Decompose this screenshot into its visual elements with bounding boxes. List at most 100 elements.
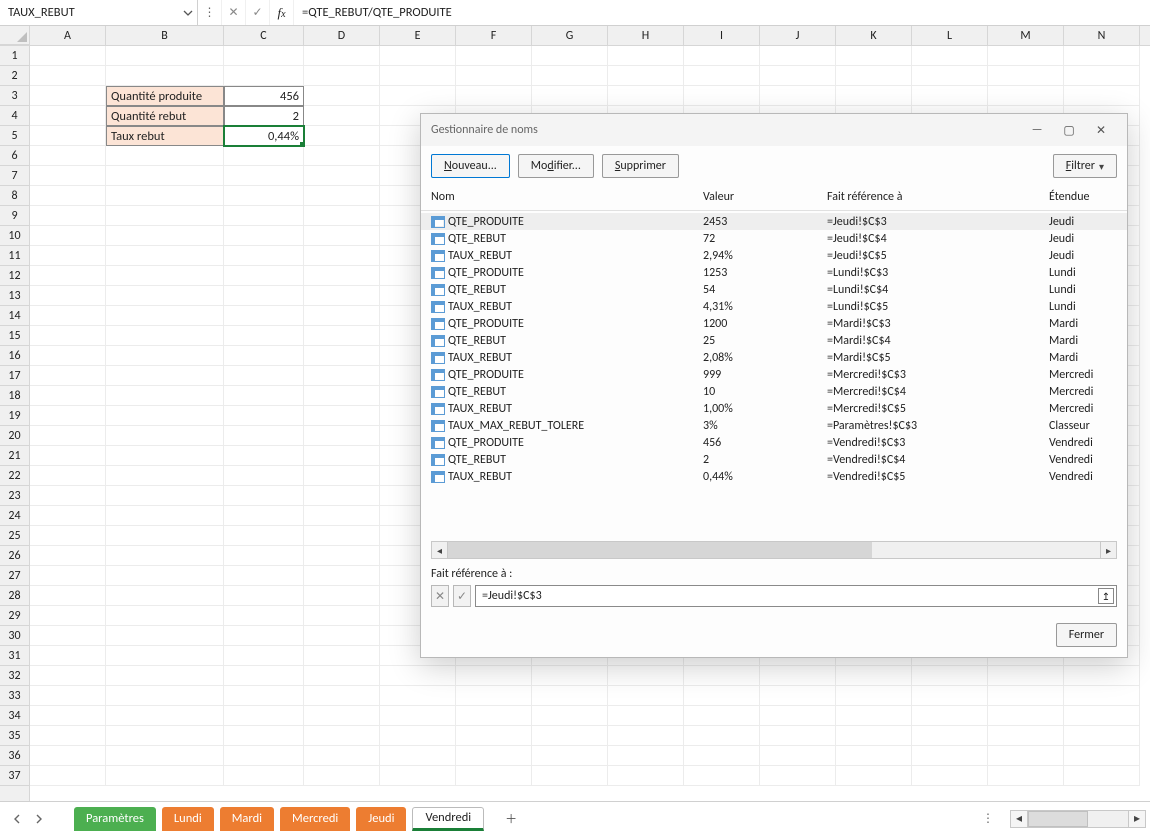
cell[interactable] [988, 46, 1064, 66]
cell[interactable] [304, 366, 380, 386]
cell[interactable] [224, 306, 304, 326]
row-header[interactable]: 5 [0, 126, 29, 146]
cell[interactable] [456, 746, 532, 766]
row-header[interactable]: 13 [0, 286, 29, 306]
cell[interactable] [224, 346, 304, 366]
cell[interactable] [684, 666, 760, 686]
cell[interactable] [224, 706, 304, 726]
cell[interactable] [224, 406, 304, 426]
name-row[interactable]: QTE_PRODUITE456=Vendredi!$C$3Vendredi [421, 434, 1127, 451]
name-row[interactable]: QTE_REBUT10=Mercredi!$C$4Mercredi [421, 383, 1127, 400]
cell[interactable] [106, 286, 224, 306]
column-header[interactable]: N [1064, 26, 1140, 45]
cell[interactable] [1064, 726, 1140, 746]
row-header[interactable]: 19 [0, 406, 29, 426]
cell[interactable] [684, 766, 760, 786]
cell[interactable] [912, 46, 988, 66]
row-header[interactable]: 11 [0, 246, 29, 266]
ref-cancel-icon[interactable]: ✕ [431, 585, 449, 607]
cell[interactable] [30, 326, 106, 346]
cell[interactable] [988, 706, 1064, 726]
cell[interactable] [760, 46, 836, 66]
row-header[interactable]: 9 [0, 206, 29, 226]
cell[interactable]: 2 [224, 106, 304, 126]
cell[interactable] [988, 666, 1064, 686]
cell[interactable] [304, 286, 380, 306]
row-header[interactable]: 6 [0, 146, 29, 166]
sheet-tab[interactable]: Paramètres [74, 807, 156, 831]
cell[interactable] [30, 666, 106, 686]
cell[interactable] [988, 86, 1064, 106]
row-header[interactable]: 29 [0, 606, 29, 626]
row-header[interactable]: 27 [0, 566, 29, 586]
scroll-left-icon[interactable]: ◂ [431, 541, 448, 559]
row-header[interactable]: 30 [0, 626, 29, 646]
sheet-tab[interactable]: Mercredi [280, 807, 350, 831]
cell[interactable] [1064, 46, 1140, 66]
cell[interactable] [304, 386, 380, 406]
name-row[interactable]: QTE_PRODUITE1200=Mardi!$C$3Mardi [421, 315, 1127, 332]
cell[interactable] [106, 426, 224, 446]
cell[interactable] [224, 526, 304, 546]
cell[interactable] [224, 446, 304, 466]
cell[interactable] [760, 706, 836, 726]
row-header[interactable]: 12 [0, 266, 29, 286]
cell[interactable] [30, 246, 106, 266]
cell[interactable] [304, 246, 380, 266]
cell[interactable] [304, 86, 380, 106]
scroll-thumb[interactable] [1028, 811, 1088, 827]
name-row[interactable]: TAUX_REBUT1,00%=Mercredi!$C$5Mercredi [421, 400, 1127, 417]
cell[interactable] [30, 466, 106, 486]
row-header[interactable]: 26 [0, 546, 29, 566]
name-row[interactable]: TAUX_MAX_REBUT_TOLERE3%=Paramètres!$C$3C… [421, 417, 1127, 434]
cell[interactable] [912, 686, 988, 706]
cell[interactable] [304, 726, 380, 746]
cell[interactable] [106, 306, 224, 326]
cell[interactable] [224, 166, 304, 186]
cell[interactable] [304, 406, 380, 426]
cell[interactable] [224, 46, 304, 66]
row-header[interactable]: 2 [0, 66, 29, 86]
row-header[interactable]: 35 [0, 726, 29, 746]
cell[interactable] [836, 686, 912, 706]
row-header[interactable]: 21 [0, 446, 29, 466]
cell[interactable] [304, 586, 380, 606]
edit-button[interactable]: Modifier... [518, 154, 594, 178]
cell[interactable] [1064, 86, 1140, 106]
cell[interactable] [224, 186, 304, 206]
cell[interactable] [760, 686, 836, 706]
cell[interactable] [304, 606, 380, 626]
cell[interactable] [106, 186, 224, 206]
column-header[interactable]: G [532, 26, 608, 45]
cell[interactable] [304, 526, 380, 546]
cell[interactable] [760, 86, 836, 106]
cell[interactable] [912, 746, 988, 766]
column-header[interactable]: I [684, 26, 760, 45]
cell[interactable]: Quantité rebut [106, 106, 224, 126]
cell[interactable] [106, 726, 224, 746]
cell[interactable] [532, 686, 608, 706]
name-row[interactable]: TAUX_REBUT2,08%=Mardi!$C$5Mardi [421, 349, 1127, 366]
tab-overflow-icon[interactable]: ⋮ [968, 811, 1010, 826]
cell[interactable] [106, 486, 224, 506]
cell[interactable] [30, 66, 106, 86]
cell[interactable] [106, 386, 224, 406]
cell[interactable] [380, 766, 456, 786]
cell[interactable] [106, 546, 224, 566]
cell[interactable] [684, 726, 760, 746]
name-row[interactable]: QTE_REBUT54=Lundi!$C$4Lundi [421, 281, 1127, 298]
cell[interactable] [224, 606, 304, 626]
row-header[interactable]: 32 [0, 666, 29, 686]
row-header[interactable]: 20 [0, 426, 29, 446]
sheet-tab[interactable]: Lundi [162, 807, 214, 831]
cell[interactable] [30, 446, 106, 466]
cell[interactable] [106, 466, 224, 486]
cell[interactable] [224, 246, 304, 266]
cell[interactable] [30, 686, 106, 706]
cell[interactable] [30, 706, 106, 726]
cell[interactable] [760, 746, 836, 766]
cell[interactable] [224, 586, 304, 606]
cell[interactable] [106, 626, 224, 646]
close-button[interactable]: Fermer [1056, 623, 1117, 647]
cell[interactable] [224, 726, 304, 746]
